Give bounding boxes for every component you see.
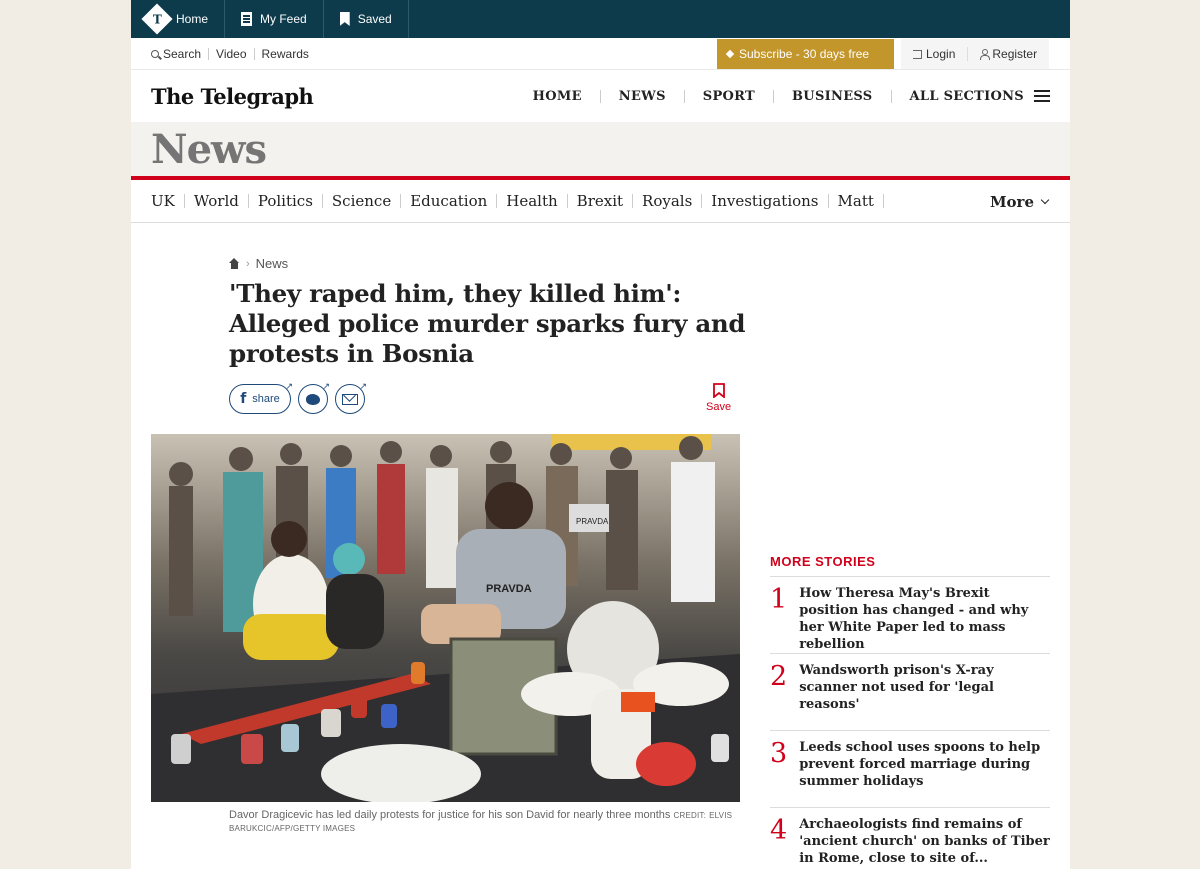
utility-bar: Search Video Rewards Subscribe - 30 days… (131, 38, 1070, 70)
breadcrumb-news[interactable]: News (256, 256, 289, 271)
section-title[interactable]: News (151, 126, 267, 173)
nav-all-sections[interactable]: ALL SECTIONS (892, 90, 1035, 103)
photo-caption: Davor Dragicevic has led daily protests … (229, 809, 741, 835)
subnav-politics[interactable]: Politics (249, 194, 323, 209)
nav-business[interactable]: BUSINESS (774, 89, 892, 103)
register-link[interactable]: Register (968, 47, 1049, 61)
email-icon (342, 393, 358, 405)
protest-scene-illustration: PRAVDA PRAVDA (151, 434, 740, 802)
topbar-home-label: Home (176, 12, 209, 26)
caption-text: Davor Dragicevic has led daily protests … (229, 809, 671, 821)
search-link[interactable]: Search (151, 46, 210, 61)
masthead: The Telegraph HOME NEWS SPORT BUSINESS A… (131, 70, 1070, 122)
story-item[interactable]: 1 How Theresa May's Brexit position has … (770, 577, 1050, 654)
login-label: Login (926, 47, 956, 61)
main-nav: HOME NEWS SPORT BUSINESS ALL SECTIONS (515, 70, 1050, 122)
email-share-button[interactable]: ↗ (335, 381, 367, 414)
top-bar: T Home My Feed Saved (131, 0, 1070, 38)
search-icon (151, 49, 159, 58)
bookmark-icon (339, 12, 350, 26)
credit-label: CREDIT: (673, 811, 706, 820)
breadcrumb: › News (229, 256, 288, 271)
topbar-saved-label: Saved (357, 12, 392, 26)
subnav-world[interactable]: World (185, 194, 249, 209)
subnav-science[interactable]: Science (323, 194, 402, 209)
feed-icon (241, 12, 253, 26)
story-number: 1 (770, 584, 788, 615)
more-dropdown[interactable]: More (989, 180, 1050, 223)
subnav-uk[interactable]: UK (151, 194, 185, 209)
login-link[interactable]: Login (901, 47, 969, 61)
nav-home[interactable]: HOME (515, 89, 601, 103)
topbar-my-feed-label: My Feed (260, 12, 307, 26)
login-icon (913, 49, 922, 59)
article-headline: 'They raped him, they killed him': Alleg… (229, 279, 746, 368)
telegraph-t-icon: T (141, 3, 173, 35)
nav-sport[interactable]: SPORT (685, 89, 775, 103)
story-number: 2 (770, 661, 788, 692)
subnav-health[interactable]: Health (497, 194, 568, 209)
subscribe-label: Subscribe - 30 days free (739, 47, 870, 61)
story-title[interactable]: Wandsworth prison's X-ray scanner not us… (799, 662, 1050, 730)
section-subnav: UK World Politics Science Education Heal… (131, 180, 1070, 223)
twitter-share-button[interactable]: ↗ (298, 381, 330, 414)
story-number: 4 (770, 815, 788, 846)
hamburger-menu-icon[interactable] (1034, 90, 1050, 102)
subnav-matt[interactable]: Matt (829, 194, 884, 209)
subnav-education[interactable]: Education (401, 194, 498, 209)
facebook-share-button[interactable]: f share ↗ (229, 381, 293, 414)
topbar-home-link[interactable]: T Home (131, 0, 226, 38)
story-title[interactable]: Archaeologists find remains of 'ancient … (799, 816, 1050, 869)
rewards-link[interactable]: Rewards (255, 48, 316, 60)
story-item[interactable]: 2 Wandsworth prison's X-ray scanner not … (770, 654, 1050, 731)
facebook-icon: f (240, 391, 247, 407)
register-label: Register (992, 47, 1038, 61)
breadcrumb-separator: › (246, 257, 250, 270)
sign-text: PRAVDA (576, 517, 609, 526)
story-number: 3 (770, 738, 788, 769)
video-link[interactable]: Video (209, 47, 255, 60)
chevron-down-icon (1040, 195, 1050, 204)
share-buttons: f share ↗ ↗ ↗ (229, 381, 367, 414)
section-header: News (131, 122, 1070, 180)
twitter-icon (306, 393, 320, 405)
subscribe-button[interactable]: Subscribe - 30 days free (717, 39, 894, 69)
bookmark-outline-icon (712, 383, 725, 398)
article-lead-photo[interactable]: PRAVDA PRAVDA (151, 434, 740, 802)
story-item[interactable]: 4 Archaeologists find remains of 'ancien… (770, 808, 1050, 869)
nav-news[interactable]: NEWS (601, 89, 685, 103)
search-label: Search (163, 46, 202, 61)
save-label: Save (706, 401, 732, 413)
subnav-royals[interactable]: Royals (633, 194, 703, 209)
shirt-text: PRAVDA (486, 583, 532, 595)
page: T Home My Feed Saved Search Video Reward… (131, 0, 1070, 869)
more-label: More (989, 192, 1034, 211)
more-stories-title: MORE STORIES (770, 554, 1050, 577)
story-title[interactable]: Leeds school uses spoons to help prevent… (799, 739, 1050, 807)
share-arrow-icon: ↗ (322, 381, 330, 391)
share-arrow-icon: ↗ (285, 381, 293, 391)
save-button[interactable]: Save (706, 383, 731, 413)
telegraph-logo[interactable]: The Telegraph (151, 84, 314, 109)
utility-links: Search Video Rewards (151, 46, 316, 61)
subnav-brexit[interactable]: Brexit (568, 194, 634, 209)
diamond-icon (725, 49, 735, 59)
user-icon (980, 49, 991, 60)
home-icon[interactable] (229, 258, 240, 269)
facebook-share-label: share (252, 393, 280, 405)
topbar-my-feed-link[interactable]: My Feed (225, 0, 324, 38)
share-arrow-icon: ↗ (359, 381, 367, 391)
story-title[interactable]: How Theresa May's Brexit position has ch… (799, 585, 1050, 653)
subnav-investigations[interactable]: Investigations (702, 194, 829, 209)
more-stories-panel: MORE STORIES 1 How Theresa May's Brexit … (770, 554, 1050, 869)
topbar-saved-link[interactable]: Saved (324, 0, 409, 38)
story-item[interactable]: 3 Leeds school uses spoons to help preve… (770, 731, 1050, 808)
auth-links: Login Register (901, 39, 1050, 69)
